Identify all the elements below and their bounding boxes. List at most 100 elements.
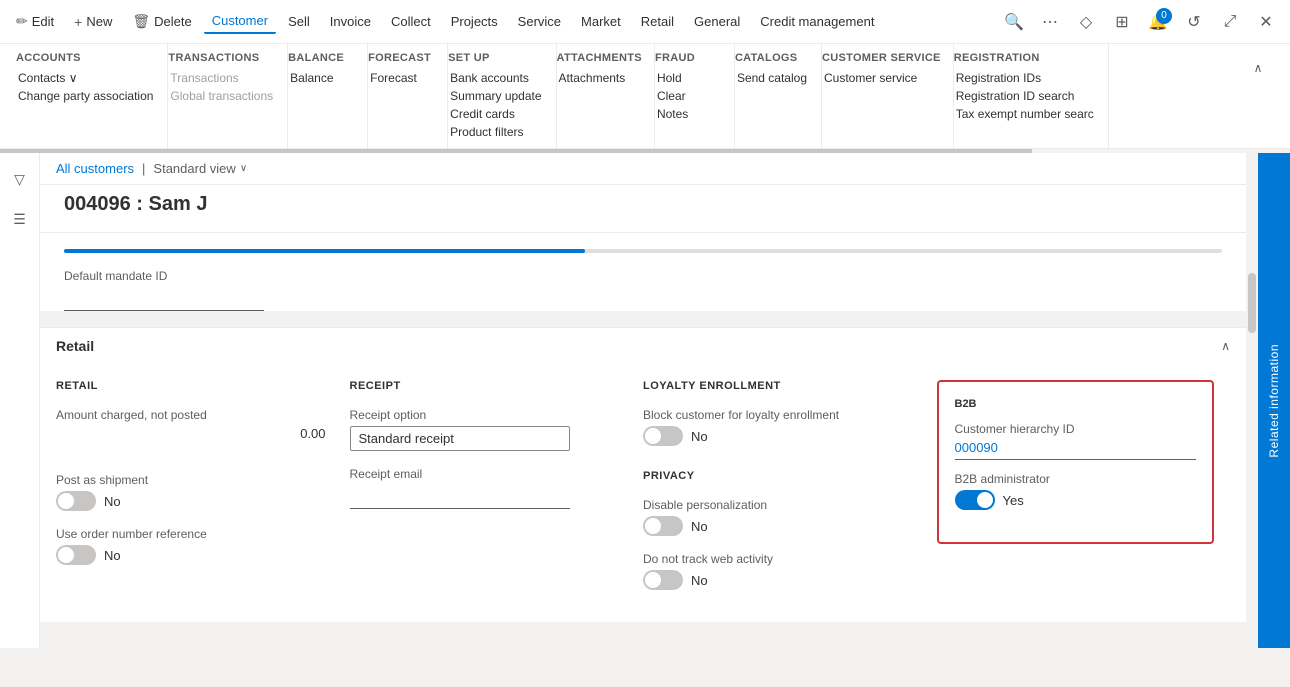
search-btn[interactable]: 🔍 — [998, 6, 1030, 38]
receipt-option-input[interactable] — [350, 426, 570, 451]
ribbon-item-forecast[interactable]: Forecast — [368, 70, 435, 86]
track-toggle-label: No — [691, 573, 708, 588]
ribbon-items-attachments: Attachments — [557, 70, 642, 86]
retail-section-header[interactable]: Retail ∧ — [40, 327, 1246, 364]
nav-right-icons: 🔍 ⋯ ◇ ⊞ 🔔 0 ↺ ⤢ ✕ — [998, 6, 1282, 38]
nav-edit[interactable]: ✏ Edit — [8, 9, 62, 34]
post-shipment-toggle-thumb — [58, 493, 74, 509]
default-mandate-field: Default mandate ID — [64, 269, 1222, 311]
post-shipment-toggle[interactable] — [56, 491, 96, 511]
ribbon-item-balance[interactable]: Balance — [288, 70, 355, 86]
all-customers-link[interactable]: All customers — [56, 161, 134, 176]
ribbon-item-product-filters[interactable]: Product filters — [448, 124, 543, 140]
ribbon-item-credit-cards[interactable]: Credit cards — [448, 106, 543, 122]
nav-general[interactable]: General — [686, 10, 748, 33]
block-label: Block customer for loyalty enrollment — [643, 408, 921, 422]
edit-icon: ✏ — [16, 13, 28, 30]
track-toggle[interactable] — [643, 570, 683, 590]
right-panel[interactable]: Related information — [1258, 153, 1290, 648]
filter-icon: ▽ — [14, 171, 25, 188]
disable-toggle[interactable] — [643, 516, 683, 536]
nav-service[interactable]: Service — [510, 10, 569, 33]
nav-projects[interactable]: Projects — [443, 10, 506, 33]
vertical-scrollbar[interactable] — [1246, 153, 1258, 648]
refresh-btn[interactable]: ↺ — [1178, 6, 1210, 38]
amount-field: Amount charged, not posted 0.00 — [56, 408, 334, 441]
ribbon-item-bank-accounts[interactable]: Bank accounts — [448, 70, 543, 86]
b2b-hierarchy-value[interactable]: 000090 — [955, 440, 1197, 460]
plus-icon: + — [74, 14, 82, 30]
ribbon-items-transactions: Transactions Global transactions — [168, 70, 275, 104]
ribbon-item-summary-update[interactable]: Summary update — [448, 88, 543, 104]
nav-collect[interactable]: Collect — [383, 10, 439, 33]
ribbon-group-fraud: Fraud Hold Clear Notes — [655, 44, 735, 148]
b2b-admin-label: B2B administrator — [955, 472, 1197, 486]
ribbon-item-attachments[interactable]: Attachments — [557, 70, 642, 86]
ribbon-group-attachments: Attachments Attachments — [557, 44, 655, 148]
block-toggle-thumb — [645, 428, 661, 444]
default-mandate-input[interactable] — [64, 287, 264, 311]
ribbon-group-title-registration: Registration — [954, 52, 1096, 64]
ribbon-item-global-transactions: Global transactions — [168, 88, 275, 104]
delete-icon: 🗑 — [132, 13, 150, 30]
content-area: All customers | Standard view ∨ 004096 :… — [40, 153, 1246, 648]
ribbon-group-title-catalogs: Catalogs — [735, 52, 809, 64]
ribbon-group-forecast: Forecast Forecast — [368, 44, 448, 148]
ribbon-collapse-btn[interactable]: ∧ — [1242, 52, 1274, 84]
ribbon-item-send-catalog[interactable]: Send catalog — [735, 70, 809, 86]
receipt-email-field: Receipt email — [350, 467, 628, 509]
scrollbar-thumb — [1248, 273, 1256, 333]
block-toggle[interactable] — [643, 426, 683, 446]
ribbon-item-contacts[interactable]: Contacts ∨ — [16, 70, 155, 86]
undock-btn[interactable]: ⤢ — [1214, 6, 1246, 38]
breadcrumb-separator: | — [142, 161, 145, 176]
ribbon-item-hold[interactable]: Hold — [655, 70, 722, 86]
receipt-email-input[interactable] — [350, 485, 570, 509]
filter-bar: All customers | Standard view ∨ — [40, 153, 1246, 185]
retail-col-title: RETAIL — [56, 380, 334, 392]
ribbon-group-title-balance: Balance — [288, 52, 355, 64]
layout-btn[interactable]: ⊞ — [1106, 6, 1138, 38]
ribbon-item-registration-id-search[interactable]: Registration ID search — [954, 88, 1096, 104]
nav-sell[interactable]: Sell — [280, 10, 318, 33]
ribbon-group-catalogs: Catalogs Send catalog — [735, 44, 822, 148]
close-btn[interactable]: ✕ — [1250, 6, 1282, 38]
standard-view-selector[interactable]: Standard view ∨ — [153, 161, 247, 176]
block-toggle-label: No — [691, 429, 708, 444]
ribbon-items-registration: Registration IDs Registration ID search … — [954, 70, 1096, 122]
ribbon-item-clear[interactable]: Clear — [655, 88, 722, 104]
nav-invoice[interactable]: Invoice — [322, 10, 379, 33]
block-toggle-row: No — [643, 426, 921, 446]
ribbon-items-catalogs: Send catalog — [735, 70, 809, 86]
ribbon-items-fraud: Hold Clear Notes — [655, 70, 722, 122]
hamburger-btn[interactable]: ☰ — [6, 205, 34, 233]
nav-new[interactable]: + New — [66, 10, 120, 34]
b2b-admin-toggle[interactable] — [955, 490, 995, 510]
receipt-email-label: Receipt email — [350, 467, 628, 481]
ribbon-group-title-transactions: Transactions — [168, 52, 275, 64]
ribbon-item-registration-ids[interactable]: Registration IDs — [954, 70, 1096, 86]
nav-customer[interactable]: Customer — [204, 9, 276, 34]
track-label: Do not track web activity — [643, 552, 921, 566]
ribbon-group-title-accounts: Accounts — [16, 52, 155, 64]
order-ref-toggle[interactable] — [56, 545, 96, 565]
ribbon-item-notes[interactable]: Notes — [655, 106, 722, 122]
notify-badge: 0 — [1156, 8, 1172, 24]
ribbon-item-customer-service[interactable]: Customer service — [822, 70, 941, 86]
filter-toggle-btn[interactable]: ▽ — [6, 165, 34, 193]
ribbon-group-title-customer-service: Customer service — [822, 52, 941, 64]
hamburger-icon: ☰ — [13, 211, 26, 228]
more-btn[interactable]: ⋯ — [1034, 6, 1066, 38]
amount-value: 0.00 — [56, 426, 334, 441]
b2b-title: B2B — [955, 398, 1197, 410]
nav-retail[interactable]: Retail — [633, 10, 682, 33]
diamond-btn[interactable]: ◇ — [1070, 6, 1102, 38]
ribbon-scroll-thumb — [0, 149, 1032, 153]
nav-credit[interactable]: Credit management — [752, 10, 882, 33]
nav-market[interactable]: Market — [573, 10, 629, 33]
chevron-down-icon: ∨ — [240, 163, 247, 174]
notify-btn[interactable]: 🔔 0 — [1142, 6, 1174, 38]
ribbon-item-tax-exempt[interactable]: Tax exempt number searc — [954, 106, 1096, 122]
ribbon-item-change-party[interactable]: Change party association — [16, 88, 155, 104]
nav-delete[interactable]: 🗑 Delete — [124, 9, 199, 34]
